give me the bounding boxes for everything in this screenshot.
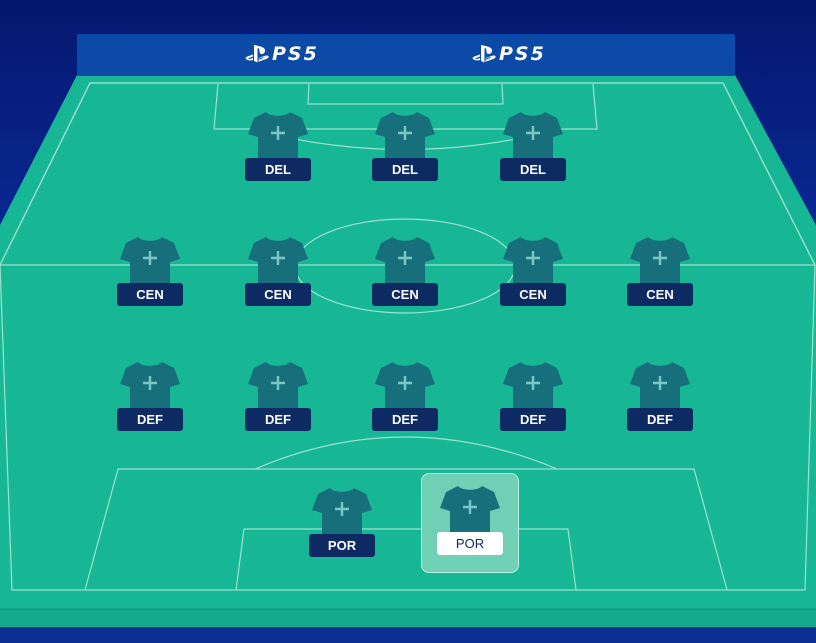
player-slot-goalkeeper-2-selected[interactable]: POR xyxy=(421,473,519,573)
position-label: POR xyxy=(309,534,375,557)
shirt-icon xyxy=(440,486,500,534)
shirt-icon xyxy=(248,112,308,160)
shirt-icon xyxy=(375,237,435,285)
position-label: CEN xyxy=(500,283,566,306)
shirt-icon xyxy=(248,362,308,410)
position-label: CEN xyxy=(372,283,438,306)
playstation-icon xyxy=(472,45,496,63)
player-slot-forward-1[interactable]: DEL xyxy=(240,112,316,214)
player-slot-defender-4[interactable]: DEF xyxy=(495,362,571,464)
shirt-icon xyxy=(630,362,690,410)
player-slot-forward-2[interactable]: DEL xyxy=(367,112,443,214)
player-slot-forward-3[interactable]: DEL xyxy=(495,112,571,214)
position-label: DEF xyxy=(372,408,438,431)
player-slot-midfielder-2[interactable]: CEN xyxy=(240,237,316,339)
sponsor-logo-right: PS5 xyxy=(472,42,546,66)
player-slot-midfielder-5[interactable]: CEN xyxy=(622,237,698,339)
shirt-icon xyxy=(312,488,372,536)
shirt-icon xyxy=(375,112,435,160)
player-slot-defender-1[interactable]: DEF xyxy=(112,362,188,464)
position-label: DEF xyxy=(627,408,693,431)
shirt-icon xyxy=(248,237,308,285)
position-label: DEF xyxy=(117,408,183,431)
shirt-icon xyxy=(503,112,563,160)
shirt-icon xyxy=(503,362,563,410)
position-label: CEN xyxy=(627,283,693,306)
position-label: CEN xyxy=(245,283,311,306)
sponsor-banner xyxy=(77,34,735,76)
shirt-icon xyxy=(630,237,690,285)
sponsor-text: PS5 xyxy=(499,43,546,65)
position-label: DEF xyxy=(500,408,566,431)
position-label: DEF xyxy=(245,408,311,431)
shirt-icon xyxy=(120,362,180,410)
sponsor-text: PS5 xyxy=(272,43,319,65)
player-slot-midfielder-4[interactable]: CEN xyxy=(495,237,571,339)
player-slot-midfielder-3[interactable]: CEN xyxy=(367,237,443,339)
position-label: POR xyxy=(437,532,503,555)
player-slot-defender-2[interactable]: DEF xyxy=(240,362,316,464)
player-slot-goalkeeper-1[interactable]: POR xyxy=(304,488,380,590)
sponsor-logo-left: PS5 xyxy=(245,42,319,66)
player-slot-defender-3[interactable]: DEF xyxy=(367,362,443,464)
player-slot-defender-5[interactable]: DEF xyxy=(622,362,698,464)
position-label: DEL xyxy=(372,158,438,181)
player-slot-midfielder-1[interactable]: CEN xyxy=(112,237,188,339)
playstation-icon xyxy=(245,45,269,63)
shirt-icon xyxy=(375,362,435,410)
position-label: DEL xyxy=(500,158,566,181)
position-label: CEN xyxy=(117,283,183,306)
position-label: DEL xyxy=(245,158,311,181)
shirt-icon xyxy=(503,237,563,285)
shirt-icon xyxy=(120,237,180,285)
